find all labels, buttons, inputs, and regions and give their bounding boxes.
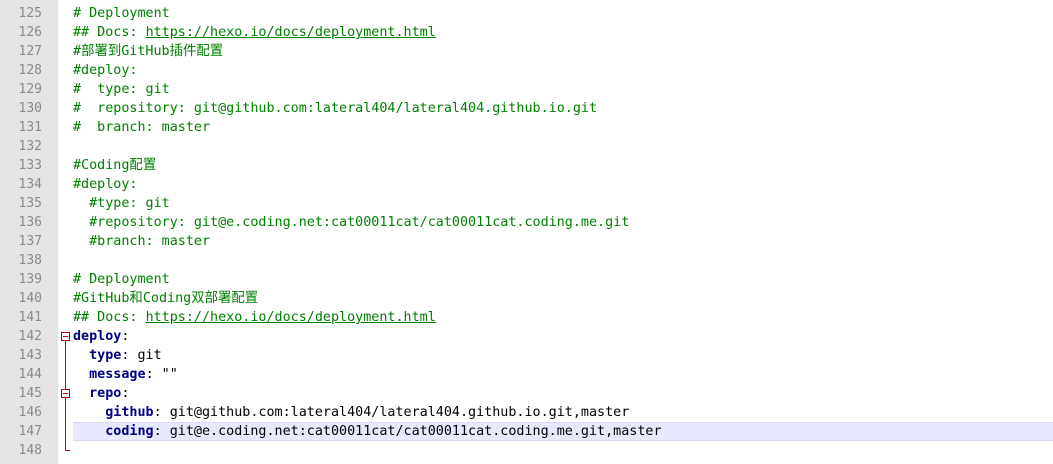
line-number: 147 bbox=[18, 424, 42, 439]
code-text: : bbox=[121, 386, 130, 401]
comment-text: # type: git bbox=[73, 82, 170, 97]
yaml-key: coding bbox=[105, 424, 154, 439]
fold-guide-line bbox=[65, 341, 66, 389]
code-line[interactable]: # Deployment bbox=[73, 4, 1053, 23]
code-line[interactable]: message: "" bbox=[73, 365, 1053, 384]
code-line[interactable]: ## Docs: https://hexo.io/docs/deployment… bbox=[73, 23, 1053, 42]
code-line[interactable]: github: git@github.com:lateral404/latera… bbox=[73, 403, 1053, 422]
line-number: 146 bbox=[18, 405, 42, 420]
comment-text: # branch: master bbox=[73, 120, 211, 135]
yaml-key: github bbox=[105, 405, 154, 420]
fold-guide-line bbox=[65, 398, 66, 450]
line-number: 138 bbox=[18, 253, 42, 268]
doc-link[interactable]: https://hexo.io/docs/deployment.html bbox=[146, 310, 436, 325]
code-line[interactable]: #type: git bbox=[73, 194, 1053, 213]
code-line[interactable]: #GitHub和Coding双部署配置 bbox=[73, 289, 1053, 308]
fold-margin[interactable] bbox=[58, 0, 72, 464]
comment-text: #部署到GitHub插件配置 bbox=[73, 44, 224, 59]
code-line[interactable]: deploy: bbox=[73, 327, 1053, 346]
code-text: : "" bbox=[145, 367, 178, 382]
fold-collapse-icon[interactable] bbox=[61, 332, 70, 341]
code-line[interactable]: type: git bbox=[73, 346, 1053, 365]
comment-text: #repository: git@e.coding.net:cat00011ca… bbox=[89, 215, 630, 230]
line-number: 127 bbox=[18, 44, 42, 59]
line-number: 133 bbox=[18, 158, 42, 173]
line-number: 139 bbox=[18, 272, 42, 287]
line-number: 136 bbox=[18, 215, 42, 230]
comment-text: #type: git bbox=[89, 196, 170, 211]
doc-link[interactable]: https://hexo.io/docs/deployment.html bbox=[146, 25, 436, 40]
comment-text: # Deployment bbox=[73, 272, 170, 287]
line-number: 148 bbox=[18, 443, 42, 458]
comment-text: ## Docs: bbox=[73, 25, 146, 40]
code-line[interactable]: #branch: master bbox=[73, 232, 1053, 251]
line-number: 143 bbox=[18, 348, 42, 363]
line-number: 132 bbox=[18, 139, 42, 154]
code-line[interactable]: ## Docs: https://hexo.io/docs/deployment… bbox=[73, 308, 1053, 327]
comment-text: # Deployment bbox=[73, 6, 170, 21]
yaml-key: type bbox=[89, 348, 122, 363]
code-text: : git@e.coding.net:cat00011cat/cat00011c… bbox=[153, 424, 662, 439]
code-line[interactable]: # branch: master bbox=[73, 118, 1053, 137]
code-line[interactable]: # type: git bbox=[73, 80, 1053, 99]
comment-text: ## Docs: bbox=[73, 310, 146, 325]
comment-text: #deploy: bbox=[73, 63, 138, 78]
line-number: 141 bbox=[18, 310, 42, 325]
line-number: 131 bbox=[18, 120, 42, 135]
fold-end-marker bbox=[65, 450, 70, 451]
yaml-key: repo bbox=[89, 386, 122, 401]
code-line[interactable]: # repository: git@github.com:lateral404/… bbox=[73, 99, 1053, 118]
code-line[interactable]: # Deployment bbox=[73, 270, 1053, 289]
code-line[interactable]: #Coding配置 bbox=[73, 156, 1053, 175]
code-line[interactable]: repo: bbox=[73, 384, 1053, 403]
fold-collapse-icon[interactable] bbox=[61, 389, 70, 398]
comment-text: #deploy: bbox=[73, 177, 138, 192]
line-number: 140 bbox=[18, 291, 42, 306]
line-number: 128 bbox=[18, 63, 42, 78]
line-number: 130 bbox=[18, 101, 42, 116]
line-number: 134 bbox=[18, 177, 42, 192]
code-line[interactable]: #deploy: bbox=[73, 175, 1053, 194]
line-number: 137 bbox=[18, 234, 42, 249]
comment-text: #GitHub和Coding双部署配置 bbox=[73, 291, 259, 306]
code-text: : bbox=[121, 329, 130, 344]
code-editor[interactable]: 125 126 127 128 129 130 131 132 133 134 135 136 137 1… bbox=[0, 0, 1053, 464]
line-number: 144 bbox=[18, 367, 42, 382]
line-number-gutter: 125 126 127 128 129 130 131 132 133 134 135 136 137 1… bbox=[0, 0, 59, 464]
line-number: 135 bbox=[18, 196, 42, 211]
code-line[interactable] bbox=[73, 251, 1053, 270]
yaml-key: message bbox=[89, 367, 146, 382]
line-number: 129 bbox=[18, 82, 42, 97]
current-code-line[interactable]: coding: git@e.coding.net:cat00011cat/cat… bbox=[73, 422, 1053, 441]
code-line[interactable] bbox=[73, 441, 1053, 460]
line-number: 142 bbox=[18, 329, 42, 344]
line-number: 145 bbox=[18, 386, 42, 401]
comment-text: #branch: master bbox=[89, 234, 211, 249]
code-text: : git bbox=[121, 348, 162, 363]
code-text: : git@github.com:lateral404/lateral404.g… bbox=[153, 405, 630, 420]
comment-text: # repository: git@github.com:lateral404/… bbox=[73, 101, 598, 116]
code-line[interactable]: #deploy: bbox=[73, 61, 1053, 80]
code-line[interactable]: #repository: git@e.coding.net:cat00011ca… bbox=[73, 213, 1053, 232]
code-line[interactable] bbox=[73, 137, 1053, 156]
line-number: 126 bbox=[18, 25, 42, 40]
yaml-key: deploy bbox=[73, 329, 122, 344]
line-number: 125 bbox=[18, 6, 42, 21]
comment-text: #Coding配置 bbox=[73, 158, 157, 173]
code-line[interactable]: #部署到GitHub插件配置 bbox=[73, 42, 1053, 61]
